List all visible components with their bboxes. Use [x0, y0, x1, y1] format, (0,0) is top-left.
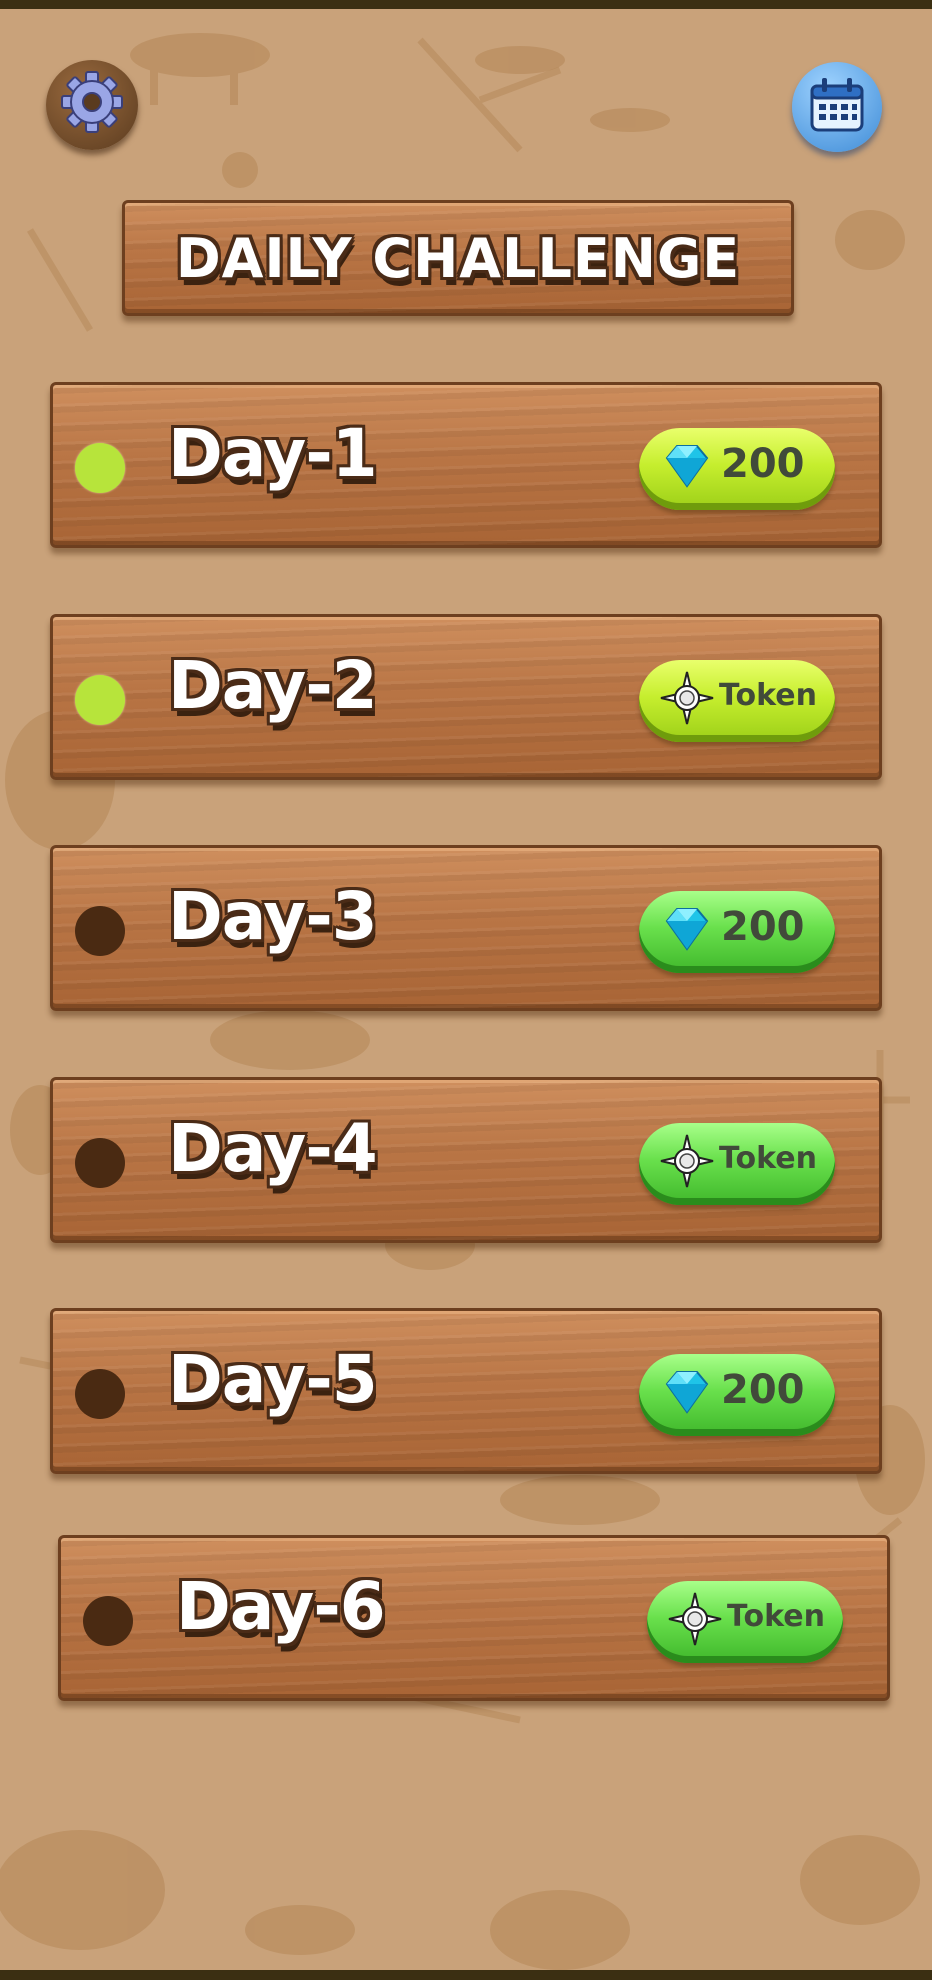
day-row[interactable]: Day-1 200 — [50, 382, 882, 548]
reward-text: Token — [719, 678, 817, 713]
day-label: Day-5 — [168, 1341, 378, 1418]
day-row[interactable]: Day-4 Token — [50, 1077, 882, 1243]
day-row[interactable]: Day-3 200 — [50, 845, 882, 1011]
day-row[interactable]: Day-2 Token — [50, 614, 882, 780]
day-row[interactable]: Day-6 Token — [58, 1535, 890, 1701]
diamond-icon — [659, 438, 715, 494]
reward-button[interactable]: 200 — [639, 891, 835, 973]
token-icon — [659, 670, 715, 726]
reward-button[interactable]: Token — [639, 660, 835, 742]
day-label: Day-2 — [168, 647, 378, 724]
status-dot — [75, 1138, 125, 1188]
status-dot — [75, 675, 125, 725]
status-dot — [83, 1596, 133, 1646]
reward-text: Token — [719, 1141, 817, 1176]
day-label: Day-1 — [168, 415, 378, 492]
reward-text: 200 — [721, 1367, 805, 1413]
title-banner: DAILY CHALLENGE — [122, 200, 794, 316]
day-row[interactable]: Day-5 200 — [50, 1308, 882, 1474]
page-title: DAILY CHALLENGE — [175, 226, 741, 290]
diamond-icon — [659, 1364, 715, 1420]
day-label: Day-4 — [168, 1110, 378, 1187]
reward-text: 200 — [721, 904, 805, 950]
gear-icon — [61, 71, 123, 133]
token-icon — [667, 1591, 723, 1647]
status-dot — [75, 443, 125, 493]
diamond-icon — [659, 901, 715, 957]
reward-text: Token — [727, 1599, 825, 1634]
day-label: Day-3 — [168, 878, 378, 955]
reward-button[interactable]: 200 — [639, 428, 835, 510]
day-label: Day-6 — [176, 1568, 386, 1645]
reward-text: 200 — [721, 441, 805, 487]
reward-button[interactable]: Token — [647, 1581, 843, 1663]
bottom-border — [0, 1970, 932, 1980]
token-icon — [659, 1133, 715, 1189]
settings-button[interactable] — [46, 60, 138, 150]
reward-button[interactable]: Token — [639, 1123, 835, 1205]
status-dot — [75, 906, 125, 956]
calendar-button[interactable] — [792, 62, 882, 152]
reward-button[interactable]: 200 — [639, 1354, 835, 1436]
calendar-icon — [810, 78, 864, 132]
status-dot — [75, 1369, 125, 1419]
